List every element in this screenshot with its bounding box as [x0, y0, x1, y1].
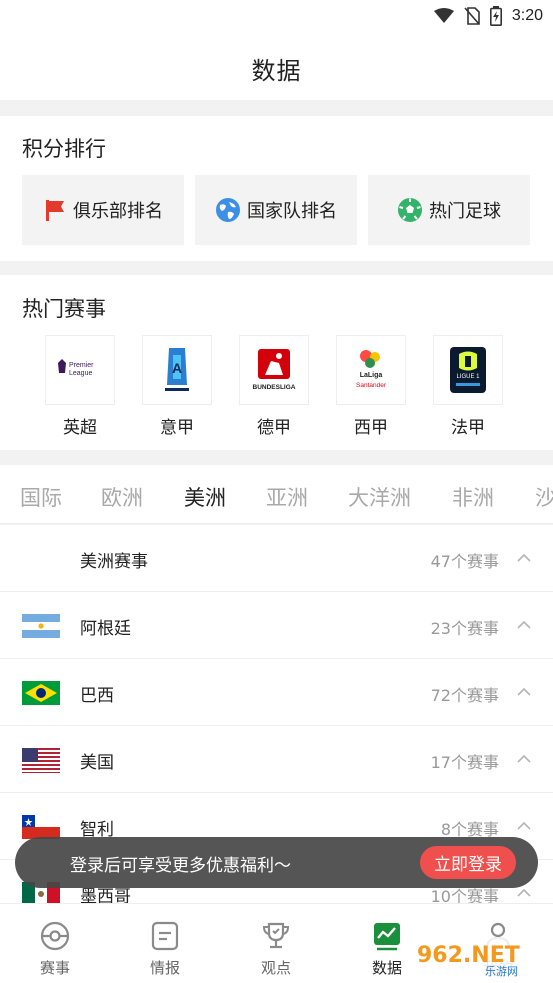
- match-icon: [40, 921, 70, 951]
- bundesliga-logo: BUNDESLIGA: [239, 335, 309, 405]
- news-icon: [151, 921, 179, 951]
- country-name: 美国: [80, 753, 114, 773]
- svg-text:LIGUE 1: LIGUE 1: [456, 374, 480, 380]
- tab-more-partial[interactable]: 沙: [535, 482, 553, 512]
- country-row-brazil[interactable]: 巴西 72个赛事: [0, 659, 553, 726]
- status-time: 3:20: [511, 7, 543, 24]
- country-row-argentina[interactable]: 阿根廷 23个赛事: [0, 592, 553, 659]
- premier-league-logo-text-2: League: [69, 370, 92, 377]
- title-bar: 数据: [0, 36, 553, 100]
- watermark-logo: 962.NET 乐游网: [411, 937, 547, 978]
- tab-africa[interactable]: 非洲: [452, 482, 494, 512]
- country-count: 23个赛事: [430, 619, 499, 638]
- hot-football-button[interactable]: 热门足球: [368, 175, 530, 245]
- tab-news-label: 情报: [149, 959, 180, 977]
- status-bar: 3:20: [0, 0, 553, 36]
- usa-flag-icon: [22, 748, 60, 773]
- svg-text:BUNDESLIGA: BUNDESLIGA: [253, 384, 296, 391]
- login-now-button[interactable]: 立即登录: [420, 846, 516, 879]
- league-serie-a[interactable]: A 意甲: [142, 335, 212, 438]
- country-name: 美洲赛事: [80, 552, 148, 572]
- tab-international[interactable]: 国际: [20, 482, 62, 512]
- club-ranking-label: 俱乐部排名: [73, 201, 163, 222]
- country-name: 巴西: [80, 686, 114, 706]
- chevron-up-icon: [517, 754, 531, 763]
- tab-europe[interactable]: 欧洲: [101, 482, 143, 512]
- tab-americas[interactable]: 美洲: [184, 482, 226, 512]
- league-ligue1[interactable]: LIGUE 1 法甲: [433, 335, 503, 438]
- chart-icon: [374, 923, 400, 951]
- svg-text:Santander: Santander: [356, 382, 387, 389]
- league-name-ligue1: 法甲: [451, 418, 485, 438]
- argentina-flag-icon: [22, 614, 60, 638]
- chevron-up-icon: [517, 687, 531, 696]
- premier-league-logo: Premier League: [45, 335, 115, 405]
- status-icons: 3:20: [433, 6, 543, 26]
- hot-leagues-card: 热门赛事 Premier League 英超 A 意甲 BUNDESLIGA 德甲…: [0, 275, 553, 450]
- league-laliga[interactable]: LaLiga Santander 西甲: [336, 335, 406, 438]
- league-name-laliga: 西甲: [354, 418, 388, 438]
- league-bundesliga[interactable]: BUNDESLIGA 德甲: [239, 335, 309, 438]
- tab-matches[interactable]: 赛事: [0, 904, 110, 983]
- chile-flag-icon: [22, 815, 60, 839]
- brazil-flag-icon: [22, 681, 60, 705]
- country-count: 47个赛事: [430, 552, 499, 571]
- chevron-up-icon: [517, 553, 531, 562]
- chevron-up-icon: [517, 620, 531, 629]
- toast-message: 登录后可享受更多优惠福利～: [70, 856, 291, 876]
- chevron-up-icon: [517, 888, 531, 897]
- league-name-serie-a: 意甲: [160, 418, 194, 438]
- red-flag-icon: [46, 200, 64, 221]
- ranking-section-title: 积分排行: [22, 137, 106, 161]
- ranking-card: 积分排行 俱乐部排名 国家队排名 热门足球: [0, 116, 553, 261]
- globe-icon: [216, 198, 240, 222]
- serie-a-logo: A: [142, 335, 212, 405]
- national-ranking-label: 国家队排名: [247, 201, 337, 222]
- club-ranking-button[interactable]: 俱乐部排名: [22, 175, 184, 245]
- league-name-bundesliga: 德甲: [257, 418, 291, 438]
- league-premier-league[interactable]: Premier League 英超: [45, 335, 115, 438]
- chevron-up-icon: [517, 821, 531, 830]
- country-count: 17个赛事: [430, 753, 499, 772]
- hot-football-label: 热门足球: [429, 201, 501, 222]
- battery-icon: [489, 6, 502, 26]
- country-name: 阿根廷: [80, 619, 131, 639]
- hot-leagues-section-title: 热门赛事: [22, 297, 106, 321]
- svg-text:LaLiga: LaLiga: [360, 372, 383, 379]
- trophy-icon: [262, 922, 290, 949]
- laliga-logo: LaLiga Santander: [336, 335, 406, 405]
- ligue1-logo: LIGUE 1: [433, 335, 503, 405]
- tab-news[interactable]: 情报: [110, 904, 220, 983]
- country-row-americas[interactable]: 美洲赛事 47个赛事: [0, 525, 553, 592]
- premier-league-logo-text-1: Premier: [69, 362, 94, 369]
- soccer-ball-icon: [398, 198, 422, 222]
- tab-opinions[interactable]: 观点: [221, 904, 331, 983]
- tab-asia[interactable]: 亚洲: [266, 482, 308, 512]
- wifi-icon: [433, 8, 454, 23]
- region-tabs: 国际 欧洲 美洲 亚洲 大洋洲 非洲 沙: [0, 465, 553, 524]
- no-sim-icon: [464, 7, 480, 25]
- league-name-premier-league: 英超: [63, 418, 97, 438]
- country-row-usa[interactable]: 美国 17个赛事: [0, 726, 553, 793]
- watermark-subtext: 乐游网: [485, 965, 518, 978]
- tab-matches-label: 赛事: [39, 959, 70, 977]
- page-title: 数据: [251, 56, 302, 85]
- country-count: 72个赛事: [430, 686, 499, 705]
- svg-text:A: A: [172, 360, 182, 376]
- login-prompt-toast: 登录后可享受更多优惠福利～ 立即登录: [15, 837, 538, 888]
- tab-oceania[interactable]: 大洋洲: [348, 482, 411, 512]
- tab-opinions-label: 观点: [260, 959, 291, 977]
- national-ranking-button[interactable]: 国家队排名: [195, 175, 357, 245]
